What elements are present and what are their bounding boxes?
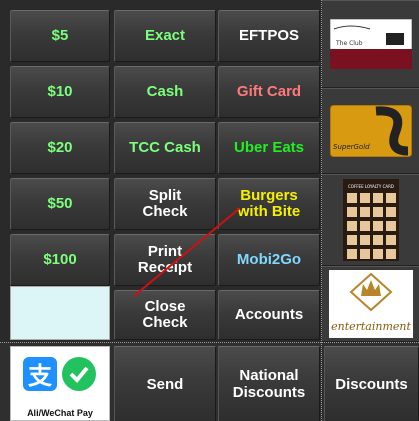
loyalty-caption: COFFEE LOYALTY CARD bbox=[348, 184, 394, 189]
eftpos-button[interactable]: EFTPOS bbox=[218, 10, 320, 62]
exact-button[interactable]: Exact bbox=[114, 10, 216, 62]
loyalty-stamp-card-icon: COFFEE LOYALTY CARD bbox=[342, 179, 399, 261]
mobi2go-button[interactable]: Mobi2Go bbox=[218, 234, 320, 286]
card-sidebar: The Club SuperGold COFFEE LOYALTY CARD e… bbox=[322, 0, 419, 342]
sidebar-tile-loyalty[interactable]: COFFEE LOYALTY CARD bbox=[322, 174, 419, 266]
payment-grid: $5 $10 $20 $50 $100 Exact Cash TCC Cash … bbox=[0, 0, 322, 342]
supergold-caption: SuperGold bbox=[333, 143, 370, 151]
gift-card-button[interactable]: Gift Card bbox=[218, 66, 320, 118]
sidebar-tile-club[interactable]: The Club bbox=[322, 0, 419, 88]
national-discounts-button[interactable]: National Discounts bbox=[218, 346, 320, 421]
alipay-label: Ali/WeChat Pay bbox=[27, 408, 93, 418]
discounts-button[interactable]: Discounts bbox=[324, 346, 419, 421]
alipay-wechat-button[interactable]: 支 Ali/WeChat Pay bbox=[10, 346, 110, 421]
cash-50-button[interactable]: $50 bbox=[10, 178, 110, 230]
send-button[interactable]: Send bbox=[114, 346, 216, 421]
entertainment-crown-icon: entertainment bbox=[328, 270, 413, 338]
sidebar-tile-supergold[interactable]: SuperGold bbox=[322, 88, 419, 174]
horizontal-divider bbox=[0, 342, 419, 344]
split-check-button[interactable]: Split Check bbox=[114, 178, 216, 230]
coffee-club-card-icon: The Club bbox=[329, 19, 412, 69]
accounts-button[interactable]: Accounts bbox=[218, 290, 320, 340]
entertainment-caption: entertainment bbox=[331, 320, 411, 333]
cash-100-button[interactable]: $100 bbox=[10, 234, 110, 286]
supergold-card-icon: SuperGold bbox=[329, 105, 412, 157]
vertical-divider bbox=[321, 0, 323, 421]
empty-slot bbox=[10, 286, 110, 340]
alipay-wechat-icon: 支 bbox=[23, 357, 96, 391]
cash-20-button[interactable]: $20 bbox=[10, 122, 110, 174]
close-check-button[interactable]: Close Check bbox=[114, 290, 216, 340]
sidebar-tile-entertainment[interactable]: entertainment bbox=[322, 266, 419, 342]
club-card-caption: The Club bbox=[335, 40, 363, 47]
cash-10-button[interactable]: $10 bbox=[10, 66, 110, 118]
cash-button[interactable]: Cash bbox=[114, 66, 216, 118]
cash-5-button[interactable]: $5 bbox=[10, 10, 110, 62]
burgers-with-bite-button[interactable]: Burgers with Bite bbox=[218, 178, 320, 230]
uber-eats-button[interactable]: Uber Eats bbox=[218, 122, 320, 174]
print-receipt-button[interactable]: Print Receipt bbox=[114, 234, 216, 286]
tcc-cash-button[interactable]: TCC Cash bbox=[114, 122, 216, 174]
svg-text:支: 支 bbox=[28, 362, 53, 390]
